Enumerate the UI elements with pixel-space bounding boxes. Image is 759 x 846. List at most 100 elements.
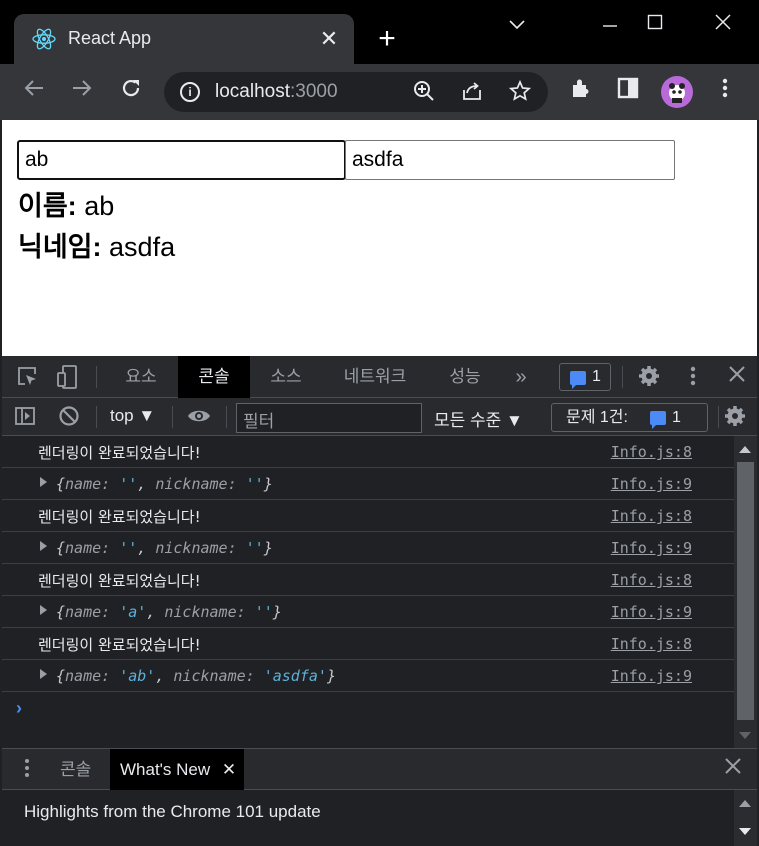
browser-window: React App ✕ + i localhost:3000 ab asdfa …: [0, 0, 759, 846]
issue-count: 1: [592, 368, 601, 385]
more-tabs-button[interactable]: »: [506, 356, 536, 398]
log-levels-dropdown[interactable]: 모든 수준 ▼: [434, 406, 523, 431]
address-bar[interactable]: i localhost:3000: [164, 72, 548, 112]
close-devtools-icon[interactable]: [724, 365, 750, 389]
live-expression-eye-icon[interactable]: [186, 405, 212, 429]
expand-triangle-icon[interactable]: [40, 477, 47, 487]
log-object: {name: 'ab', nickname: 'asdfa'}: [56, 667, 336, 685]
url-text: localhost:3000: [215, 81, 338, 103]
device-toolbar-icon[interactable]: [54, 365, 80, 389]
drawer-tab-whats-new[interactable]: What's New ✕: [110, 749, 245, 790]
scroll-thumb[interactable]: [737, 462, 754, 720]
log-message: 렌더링이 완료되었습니다!: [38, 572, 201, 590]
console-settings-gear-icon[interactable]: [722, 405, 748, 429]
devtools-menu-icon[interactable]: [680, 365, 706, 389]
inspect-element-icon[interactable]: [14, 365, 40, 389]
console-toolbar: top ▼ 필터 모든 수준 ▼ 문제 1건: 1: [2, 398, 757, 436]
drawer-scrollbar[interactable]: [734, 790, 757, 846]
new-tab-button[interactable]: +: [372, 24, 402, 54]
back-icon[interactable]: [18, 76, 50, 108]
reload-icon[interactable]: [115, 76, 147, 108]
obj-name-value: '': [119, 539, 138, 557]
page-viewport: 이름: ab 닉네임: asdfa: [2, 120, 757, 356]
browser-tab[interactable]: React App ✕: [14, 14, 354, 66]
console-row[interactable]: {name: '', nickname: ''} Info.js:9: [2, 532, 734, 564]
console-scrollbar[interactable]: [734, 436, 757, 748]
source-link[interactable]: Info.js:9: [611, 539, 692, 557]
tab-console[interactable]: 콘솔: [178, 356, 250, 398]
source-link[interactable]: Info.js:9: [611, 667, 692, 685]
filter-input[interactable]: 필터: [236, 403, 422, 433]
log-message: 렌더링이 완료되었습니다!: [38, 444, 201, 462]
console-row[interactable]: {name: 'ab', nickname: 'asdfa'} Info.js:…: [2, 660, 734, 692]
react-logo-icon: [32, 28, 56, 50]
drawer-scroll-down-icon[interactable]: [739, 828, 751, 835]
forward-icon[interactable]: [66, 76, 98, 108]
name-display: 이름: ab: [18, 184, 114, 223]
console-prompt[interactable]: ›: [16, 698, 22, 719]
close-drawer-icon[interactable]: [720, 757, 746, 781]
tab-title: React App: [68, 28, 152, 48]
close-tab-icon[interactable]: ✕: [316, 26, 342, 52]
console-row: 렌더링이 완료되었습니다! Info.js:8: [2, 564, 734, 596]
whats-new-panel: Highlights from the Chrome 101 update: [2, 790, 734, 846]
drawer-menu-icon[interactable]: [14, 757, 40, 781]
url-host: localhost: [215, 81, 290, 102]
url-port: :3000: [290, 81, 338, 102]
minimize-button[interactable]: [585, 8, 635, 40]
tab-strip: React App ✕ +: [0, 0, 759, 66]
obj-nickname-value: 'asdfa': [263, 667, 327, 685]
context-selector[interactable]: top ▼: [110, 406, 155, 426]
whats-new-highlight: Highlights from the Chrome 101 update: [24, 802, 321, 821]
source-link[interactable]: Info.js:8: [611, 635, 692, 653]
devtools-panel: 요소 콘솔 소스 네트워크 성능 » 1 top ▼ 필터 모든 수준 ▼ 문제…: [2, 356, 757, 846]
obj-name-value: '': [119, 475, 138, 493]
tab-search-icon[interactable]: [492, 8, 542, 40]
menu-kebab-icon[interactable]: [709, 76, 741, 108]
zoom-icon[interactable]: [412, 80, 436, 104]
tab-sources[interactable]: 소스: [254, 356, 318, 398]
source-link[interactable]: Info.js:9: [611, 475, 692, 493]
extensions-icon[interactable]: [565, 76, 597, 108]
scroll-up-icon[interactable]: [739, 446, 751, 453]
expand-triangle-icon[interactable]: [40, 669, 47, 679]
scroll-down-icon[interactable]: [739, 732, 751, 739]
source-link[interactable]: Info.js:8: [611, 507, 692, 525]
console-row: 렌더링이 완료되었습니다! Info.js:8: [2, 628, 734, 660]
maximize-button[interactable]: [630, 8, 680, 40]
bookmark-star-icon[interactable]: [508, 79, 532, 104]
log-message: 렌더링이 완료되었습니다!: [38, 636, 201, 654]
expand-triangle-icon[interactable]: [40, 541, 47, 551]
drawer-scroll-up-icon[interactable]: [739, 800, 751, 807]
console-output: 렌더링이 완료되었습니다! Info.js:8 {name: '', nickn…: [2, 436, 734, 748]
tab-performance[interactable]: 성능: [432, 356, 498, 398]
obj-nickname-value: '': [245, 539, 264, 557]
close-window-button[interactable]: [698, 8, 748, 40]
profile-avatar[interactable]: [661, 76, 693, 108]
name-input[interactable]: [17, 140, 346, 180]
source-link[interactable]: Info.js:8: [611, 571, 692, 589]
nickname-input[interactable]: [345, 140, 675, 180]
issues-counter-button[interactable]: 문제 1건: 1: [551, 403, 708, 432]
tab-elements[interactable]: 요소: [108, 356, 174, 398]
whats-new-label: What's New: [120, 760, 211, 779]
expand-triangle-icon[interactable]: [40, 605, 47, 615]
source-link[interactable]: Info.js:9: [611, 603, 692, 621]
issues-message-icon: [650, 411, 666, 429]
obj-nickname-value: '': [245, 475, 264, 493]
close-whats-new-icon[interactable]: ✕: [222, 749, 236, 790]
console-row[interactable]: {name: '', nickname: ''} Info.js:9: [2, 468, 734, 500]
console-row[interactable]: {name: 'a', nickname: ''} Info.js:9: [2, 596, 734, 628]
sidebar-toggle-icon[interactable]: [12, 405, 38, 429]
drawer-tab-console[interactable]: 콘솔: [50, 749, 101, 790]
side-panel-icon[interactable]: [612, 76, 644, 108]
tab-network[interactable]: 네트워크: [328, 356, 422, 398]
settings-gear-icon[interactable]: [636, 365, 662, 389]
share-icon[interactable]: [460, 80, 484, 104]
browser-toolbar: i localhost:3000: [0, 64, 759, 120]
issues-badge[interactable]: 1: [559, 363, 611, 391]
log-object: {name: 'a', nickname: ''}: [56, 603, 282, 621]
site-info-icon[interactable]: i: [180, 82, 200, 102]
source-link[interactable]: Info.js:8: [611, 443, 692, 461]
clear-console-icon[interactable]: [56, 405, 82, 429]
